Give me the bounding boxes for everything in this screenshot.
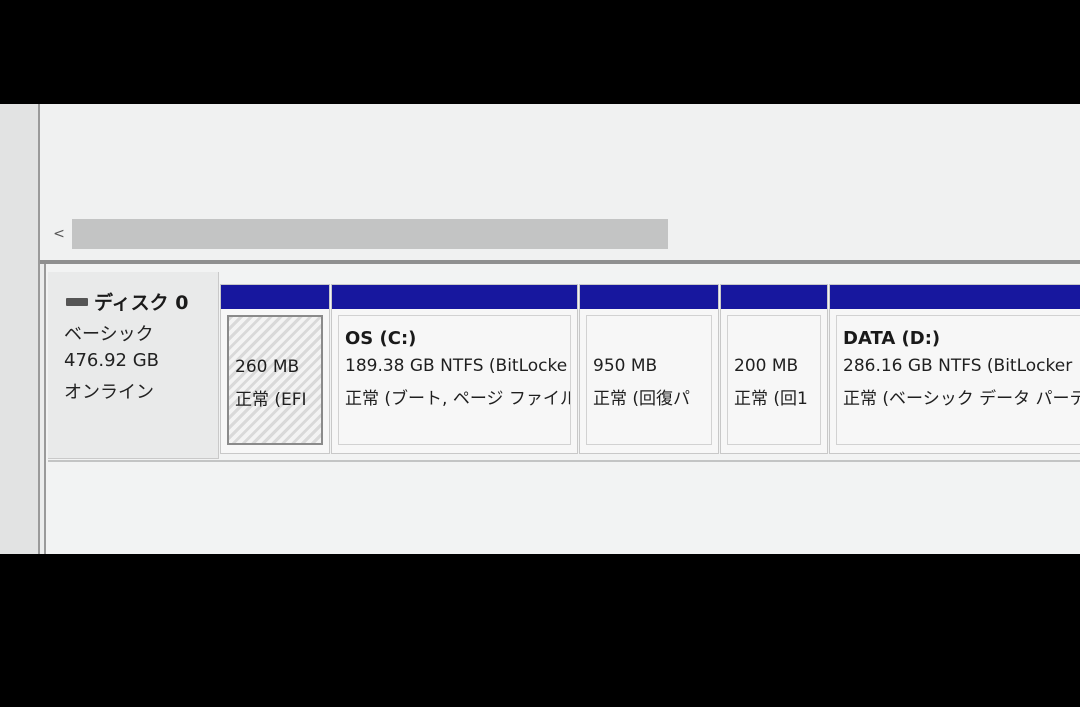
partition-body: 950 MB 正常 (回復パ (586, 315, 712, 445)
partition-size: 950 MB (593, 356, 658, 376)
partition-efi[interactable]: 260 MB 正常 (EFI (220, 284, 330, 454)
disk-info-panel[interactable]: ディスク 0 ベーシック 476.92 GB オンライン (48, 272, 219, 459)
partition-status: 正常 (回復パ (593, 389, 691, 409)
partition-status: 正常 (EFI (235, 390, 307, 410)
partition-body-selected: 260 MB 正常 (EFI (227, 315, 323, 445)
partition-body: 200 MB 正常 (回1 (727, 315, 821, 445)
partition-header-bar (221, 285, 329, 309)
partition-header-bar (830, 285, 1080, 309)
partition-recovery-950[interactable]: 950 MB 正常 (回復パ (579, 284, 719, 454)
partition-header-bar (332, 285, 577, 309)
disk-row-layer: ディスク 0 ベーシック 476.92 GB オンライン 260 MB 正常 (… (0, 104, 1080, 554)
partition-name: OS (C:) (345, 328, 417, 349)
disk-title: ディスク 0 (66, 288, 189, 315)
partition-os-c[interactable]: OS (C:) 189.38 GB NTFS (BitLocke 正常 (ブート… (331, 284, 578, 454)
partition-status: 正常 (回1 (734, 389, 808, 409)
disk-status: オンライン (64, 382, 154, 403)
partition-header-bar (721, 285, 827, 309)
partition-body: OS (C:) 189.38 GB NTFS (BitLocke 正常 (ブート… (338, 315, 571, 445)
partition-name: DATA (D:) (843, 328, 941, 349)
partition-recovery-200[interactable]: 200 MB 正常 (回1 (720, 284, 828, 454)
partition-size: 189.38 GB NTFS (BitLocke (345, 356, 568, 376)
partition-size: 200 MB (734, 356, 799, 376)
disk-row-bottom-border (48, 460, 1080, 462)
partition-header-bar (580, 285, 718, 309)
partition-status: 正常 (ベーシック データ パーティ (843, 389, 1080, 409)
partition-size: 286.16 GB NTFS (BitLocker (843, 356, 1073, 376)
disk-size: 476.92 GB (64, 350, 160, 371)
partition-data-d[interactable]: DATA (D:) 286.16 GB NTFS (BitLocker 正常 (… (829, 284, 1080, 454)
partition-size: 260 MB (235, 357, 300, 377)
disk-icon (66, 297, 88, 306)
partition-body: DATA (D:) 286.16 GB NTFS (BitLocker 正常 (… (836, 315, 1080, 445)
disk-title-label: ディスク 0 (94, 292, 189, 314)
disk-type: ベーシック (64, 324, 154, 345)
partition-status: 正常 (ブート, ページ ファイル, (345, 389, 571, 409)
